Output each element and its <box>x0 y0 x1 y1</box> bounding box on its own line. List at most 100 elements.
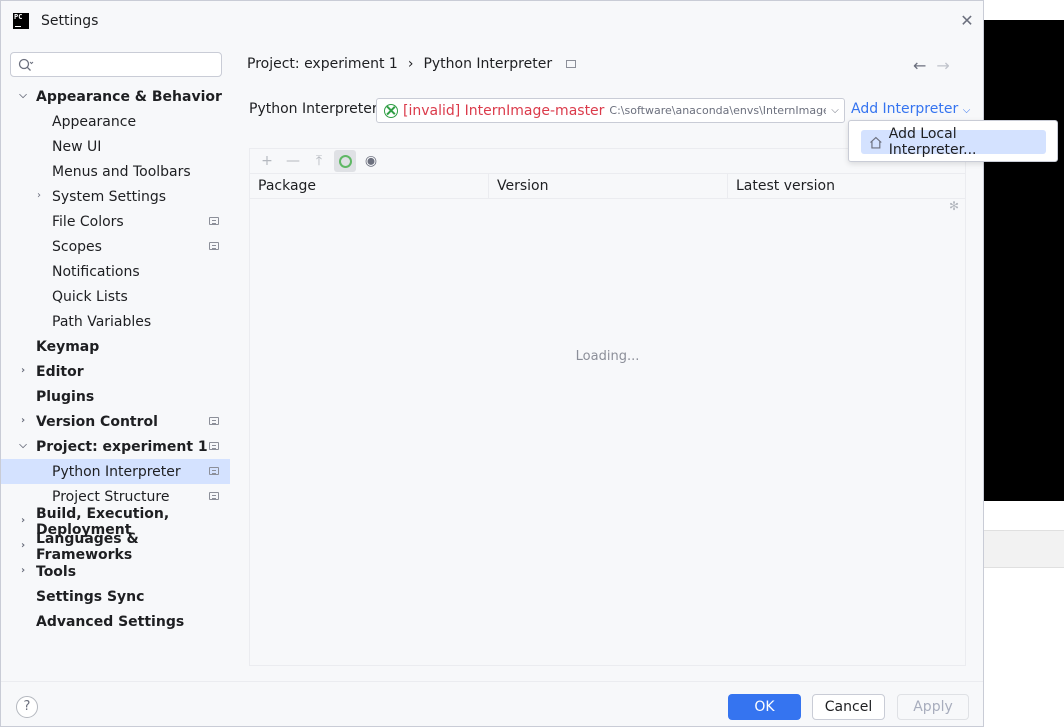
sidebar-item-label: Python Interpreter <box>52 463 181 480</box>
sidebar-item-label: Scopes <box>52 238 102 255</box>
loading-spinner-icon: ✻ <box>949 199 960 213</box>
help-button[interactable]: ? <box>16 696 38 718</box>
sidebar-item-label: Plugins <box>36 388 95 405</box>
remove-package-icon[interactable]: — <box>282 150 304 172</box>
sidebar-item-quick-lists[interactable]: Quick Lists <box>1 284 230 309</box>
sidebar-item-editor[interactable]: › Editor <box>1 359 230 384</box>
project-scope-icon <box>566 60 577 68</box>
search-icon <box>18 58 34 71</box>
chevron-down-icon: ⌵ <box>962 105 971 116</box>
upgrade-package-icon[interactable]: ⤒ <box>308 150 330 172</box>
sidebar-item-label: Path Variables <box>52 313 152 330</box>
breadcrumb-separator: › <box>407 56 414 72</box>
sidebar-item-plugins[interactable]: Plugins <box>1 384 230 409</box>
add-interpreter-link[interactable]: Add Interpreter ⌵ <box>851 101 970 117</box>
project-scope-icon <box>209 242 219 250</box>
sidebar-item-keymap[interactable]: Keymap <box>1 334 230 359</box>
packages-table-header: Package Version Latest version <box>250 174 965 199</box>
title-bar: PC Settings ✕ <box>1 1 983 41</box>
project-scope-icon <box>209 492 219 500</box>
column-header-package[interactable]: Package <box>250 174 489 198</box>
chevron-right-icon[interactable]: › <box>17 540 29 552</box>
settings-dialog: PC Settings ✕ ⌵ Appearance & Behavior Appe… <box>0 0 984 727</box>
sidebar-item-label: Tools <box>36 563 77 580</box>
sidebar-item-label: Keymap <box>36 338 100 355</box>
ok-button[interactable]: OK <box>728 694 801 720</box>
apply-button[interactable]: Apply <box>897 694 969 720</box>
sidebar-item-path-variables[interactable]: Path Variables <box>1 309 230 334</box>
sidebar-item-scopes[interactable]: Scopes <box>1 234 230 259</box>
sidebar-item-file-colors[interactable]: File Colors <box>1 209 230 234</box>
sidebar-item-appearance-behavior[interactable]: ⌵ Appearance & Behavior <box>1 84 230 109</box>
sidebar-item-menus-and-toolbars[interactable]: Menus and Toolbars <box>1 159 230 184</box>
sidebar-item-label: Menus and Toolbars <box>52 163 191 180</box>
chevron-right-icon[interactable]: › <box>17 415 29 427</box>
chevron-right-icon[interactable]: › <box>17 565 29 577</box>
packages-panel: + — ⤒ ◉ Package Version Latest version ✻… <box>249 148 966 666</box>
chevron-down-icon[interactable]: ⌵ <box>17 440 29 452</box>
interpreter-name: [invalid] InternImage-master <box>403 102 605 119</box>
sidebar-item-label: Project Structure <box>52 488 170 505</box>
sidebar-item-label: Settings Sync <box>36 588 145 605</box>
add-local-interpreter-item[interactable]: Add Local Interpreter... <box>861 126 1046 158</box>
settings-sidebar: ⌵ Appearance & Behavior Appearance New UI Me… <box>1 41 230 681</box>
project-scope-icon <box>209 442 219 450</box>
background-window-dark <box>984 20 1064 501</box>
loading-text: Loading... <box>575 349 640 364</box>
pycharm-logo-icon: PC <box>13 13 29 29</box>
sidebar-item-settings-sync[interactable]: Settings Sync <box>1 584 230 609</box>
chevron-down-icon: ⌵ <box>831 105 839 116</box>
sidebar-item-label: Advanced Settings <box>36 613 185 630</box>
sidebar-item-languages-frameworks[interactable]: › Languages & Frameworks <box>1 531 230 563</box>
sidebar-item-label: Appearance & Behavior <box>36 88 222 105</box>
sidebar-item-label: Quick Lists <box>52 288 128 305</box>
sidebar-item-project-experiment-1[interactable]: ⌵ Project: experiment 1 <box>1 434 230 459</box>
breadcrumb-parent[interactable]: Project: experiment 1 <box>247 56 398 72</box>
chevron-right-icon[interactable]: › <box>17 515 29 527</box>
add-interpreter-label: Add Interpreter <box>851 101 959 117</box>
add-interpreter-popup: Add Local Interpreter... <box>848 120 1058 162</box>
project-scope-icon <box>209 417 219 425</box>
search-input[interactable] <box>10 52 222 77</box>
interpreter-label: Python Interpreter: <box>249 101 383 117</box>
project-scope-icon <box>209 467 219 475</box>
sidebar-item-new-ui[interactable]: New UI <box>1 134 230 159</box>
cancel-button[interactable]: Cancel <box>812 694 885 720</box>
sidebar-item-label: Languages & Frameworks <box>36 530 139 563</box>
project-scope-icon <box>209 217 219 225</box>
background-window-strip <box>984 530 1064 568</box>
sidebar-item-label: Version Control <box>36 413 158 430</box>
breadcrumb-current: Python Interpreter <box>423 56 553 72</box>
sidebar-item-python-interpreter[interactable]: Python Interpreter <box>1 459 230 484</box>
column-header-version[interactable]: Version <box>489 174 728 198</box>
breadcrumb: Project: experiment 1 › Python Interpret… <box>247 56 577 72</box>
forward-arrow-icon[interactable]: → <box>936 56 949 75</box>
chevron-right-icon[interactable]: › <box>33 190 45 202</box>
sidebar-item-label: Notifications <box>52 263 140 280</box>
sidebar-item-tools[interactable]: › Tools <box>1 559 230 584</box>
sidebar-item-label: File Colors <box>52 213 124 230</box>
sidebar-item-notifications[interactable]: Notifications <box>1 259 230 284</box>
interpreter-select[interactable]: [invalid] InternImage-master C:\software… <box>376 98 845 123</box>
sidebar-item-version-control[interactable]: › Version Control <box>1 409 230 434</box>
add-package-icon[interactable]: + <box>256 150 278 172</box>
sidebar-item-appearance[interactable]: Appearance <box>1 109 230 134</box>
sidebar-item-system-settings[interactable]: › System Settings <box>1 184 230 209</box>
close-icon[interactable]: ✕ <box>959 13 975 29</box>
sidebar-item-advanced-settings[interactable]: Advanced Settings <box>1 609 230 634</box>
home-icon <box>870 136 882 148</box>
sidebar-item-label: Project: experiment 1 <box>36 438 208 455</box>
refresh-icon <box>338 154 352 168</box>
refresh-toggle[interactable] <box>334 150 356 172</box>
show-details-icon[interactable]: ◉ <box>360 150 382 172</box>
dialog-footer: ? OK Cancel Apply <box>1 681 983 727</box>
sidebar-item-label: Appearance <box>52 113 137 130</box>
settings-tree: ⌵ Appearance & Behavior Appearance New UI Me… <box>1 84 230 634</box>
add-local-interpreter-label: Add Local Interpreter... <box>888 126 977 158</box>
chevron-right-icon[interactable]: › <box>17 365 29 377</box>
invalid-interpreter-icon <box>384 103 398 118</box>
back-arrow-icon[interactable]: ← <box>913 56 926 75</box>
column-header-latest-version[interactable]: Latest version <box>728 174 965 198</box>
chevron-down-icon[interactable]: ⌵ <box>17 90 29 102</box>
window-title: Settings <box>41 13 99 29</box>
